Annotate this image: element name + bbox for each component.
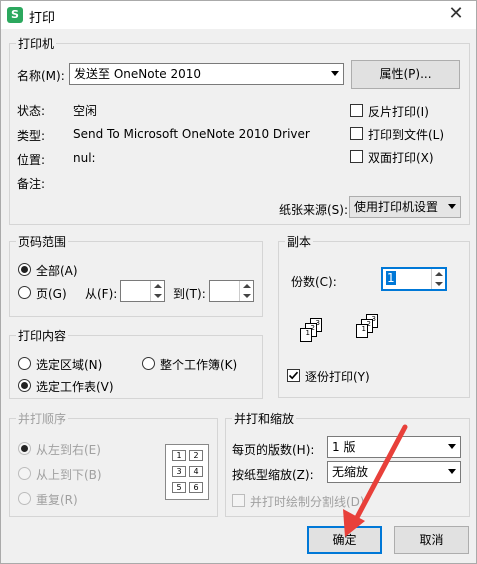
printer-name-label: 名称(M): [17, 69, 65, 83]
up-arrow-icon[interactable] [435, 272, 443, 276]
repeat-label[interactable]: 重复(R) [36, 491, 78, 508]
duplex-label[interactable]: 双面打印(X) [368, 149, 434, 166]
order-cell: 5 [172, 482, 186, 493]
spinner-arrows[interactable] [431, 269, 445, 289]
down-arrow-icon[interactable] [154, 294, 162, 298]
sheet-radio[interactable] [18, 379, 31, 392]
type-value: Send To Microsoft OneNote 2010 Driver [73, 127, 310, 141]
copies-group-label: 副本 [285, 233, 314, 250]
page-range-pages-radio[interactable] [18, 286, 31, 299]
copies-count-label: 份数(C): [291, 275, 337, 289]
selection-label[interactable]: 选定区域(N) [36, 356, 102, 373]
duplex-checkbox[interactable] [350, 150, 363, 163]
print-to-file-checkbox[interactable] [350, 127, 363, 140]
reverse-print-label[interactable]: 反片打印(I) [368, 103, 429, 120]
copies-count-value[interactable]: 1 [386, 271, 396, 285]
status-label: 状态: [17, 104, 46, 118]
sheet-label[interactable]: 选定工作表(V) [36, 378, 114, 395]
chevron-down-icon [331, 71, 339, 76]
repeat-radio[interactable] [18, 492, 31, 505]
to-label: 到(T): [173, 287, 206, 301]
type-label: 类型: [17, 129, 46, 143]
pages-per-sheet-label: 每页的版数(H): [232, 443, 315, 457]
printer-name-select[interactable]: 发送至 OneNote 2010 [69, 63, 344, 85]
title-bar: S 打印 ✕ [1, 1, 476, 29]
window-title: 打印 [29, 11, 56, 26]
page-range-all-radio[interactable] [18, 263, 31, 276]
spinner-arrows[interactable] [150, 281, 164, 301]
page-range-pages-label[interactable]: 页(G) [36, 285, 67, 302]
down-arrow-icon[interactable] [243, 294, 251, 298]
page-range-group: 页码范围 [9, 233, 263, 317]
page-icon: 1 [356, 324, 368, 338]
print-order-preview-icon: 1 2 3 4 5 6 [165, 444, 209, 500]
print-dialog: S 打印 ✕ 打印机 名称(M): 发送至 OneNote 2010 属性(P)… [0, 0, 477, 564]
left-to-right-label[interactable]: 从左到右(E) [36, 441, 101, 458]
up-arrow-icon[interactable] [243, 284, 251, 288]
order-cell: 1 [172, 450, 186, 461]
page-range-all-label[interactable]: 全部(A) [36, 262, 78, 279]
draw-dividers-checkbox[interactable] [232, 494, 245, 507]
scale-label: 按纸型缩放(Z): [232, 468, 314, 482]
order-cell: 6 [189, 482, 203, 493]
chevron-down-icon [448, 444, 456, 449]
to-page-spinner[interactable] [209, 280, 254, 302]
selection-radio[interactable] [18, 357, 31, 370]
workbook-label[interactable]: 整个工作簿(K) [160, 356, 237, 373]
location-label: 位置: [17, 153, 46, 167]
order-cell: 3 [172, 466, 186, 477]
from-label: 从(F): [85, 287, 118, 301]
top-to-bottom-label[interactable]: 从上到下(B) [36, 466, 102, 483]
left-to-right-radio[interactable] [18, 442, 31, 455]
down-arrow-icon[interactable] [435, 282, 443, 286]
wps-app-icon: S [7, 7, 23, 23]
page-icon: 1 [300, 328, 312, 342]
print-content-group-label: 打印内容 [16, 327, 69, 344]
paper-source-label: 纸张来源(S): [279, 203, 349, 217]
annotation-arrow-icon [343, 424, 408, 537]
status-value: 空闲 [73, 104, 98, 118]
comment-label: 备注: [17, 177, 46, 191]
close-icon[interactable]: ✕ [436, 1, 476, 29]
properties-button[interactable]: 属性(P)... [351, 60, 460, 89]
collate-checkbox[interactable] [287, 369, 300, 382]
workbook-radio[interactable] [142, 357, 155, 370]
chevron-down-icon [448, 204, 456, 209]
reverse-print-checkbox[interactable] [350, 104, 363, 117]
from-page-spinner[interactable] [120, 280, 165, 302]
top-to-bottom-radio[interactable] [18, 467, 31, 480]
paper-source-select[interactable]: 使用打印机设置 [349, 196, 461, 218]
order-cell: 4 [189, 466, 203, 477]
up-arrow-icon[interactable] [154, 284, 162, 288]
collate-label[interactable]: 逐份打印(Y) [305, 368, 370, 385]
printer-group-label: 打印机 [16, 35, 57, 52]
paper-source-value: 使用打印机设置 [354, 200, 439, 214]
order-cell: 2 [189, 450, 203, 461]
print-to-file-label[interactable]: 打印到文件(L) [368, 126, 444, 143]
chevron-down-icon [448, 469, 456, 474]
checkmark-icon [288, 371, 299, 380]
copies-count-spinner[interactable]: 1 [381, 267, 447, 291]
location-value: nul: [73, 151, 96, 165]
spinner-arrows[interactable] [239, 281, 253, 301]
printer-name-value: 发送至 OneNote 2010 [74, 67, 202, 81]
print-order-group-label: 并打顺序 [16, 410, 69, 427]
zoom-group-label: 并打和缩放 [232, 410, 297, 427]
page-range-group-label: 页码范围 [16, 233, 69, 250]
